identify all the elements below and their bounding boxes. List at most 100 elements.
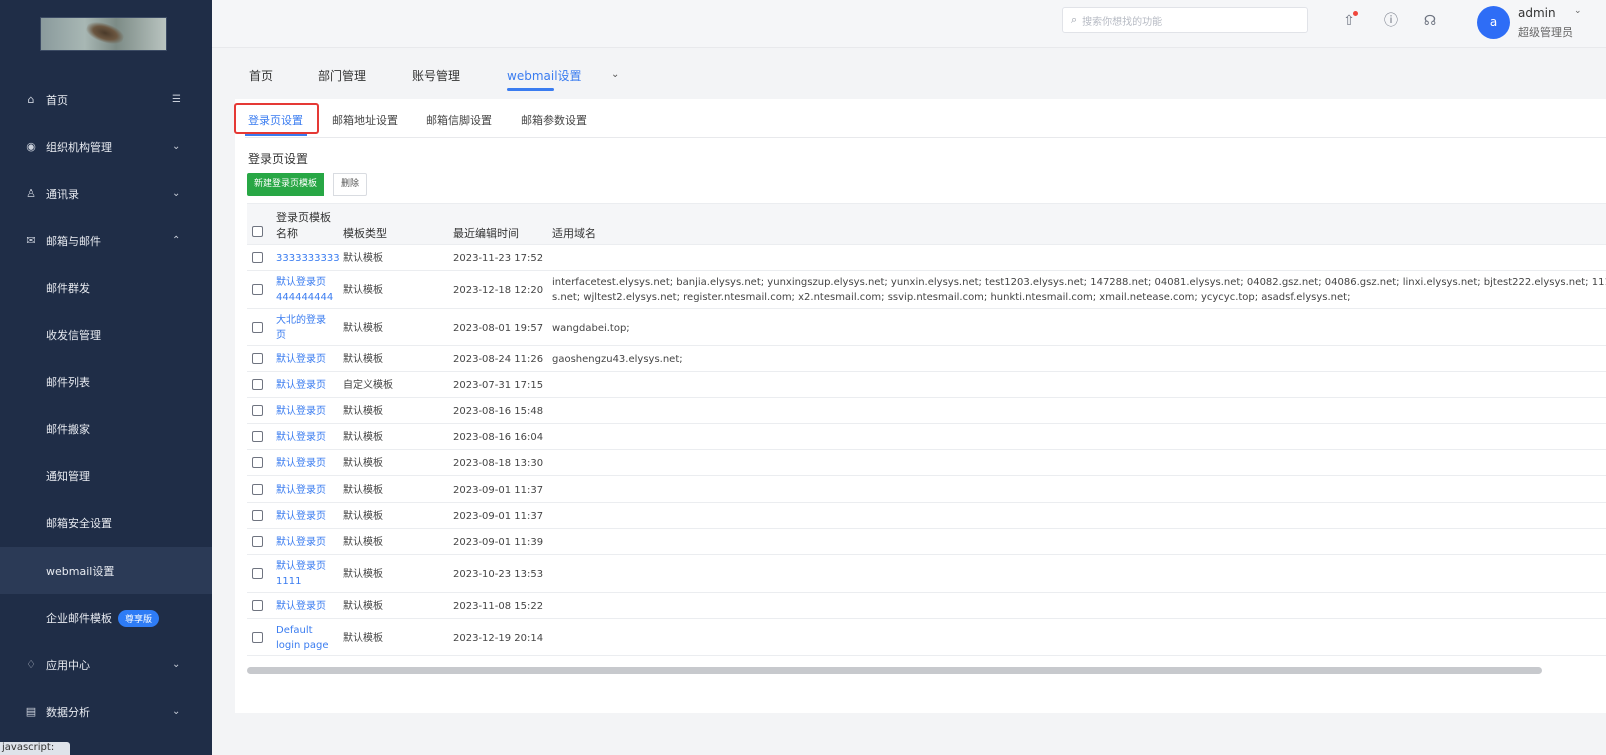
template-name-link[interactable]: 默认登录页 (276, 600, 326, 613)
template-type: 默认模板 (343, 485, 383, 496)
template-name-link[interactable]: 默认登录页 (276, 353, 326, 366)
sidebar-item-contacts[interactable]: ♙ 通讯录 ⌄ (0, 170, 212, 217)
sidebar-item-notifications[interactable]: 通知管理 (0, 452, 212, 499)
table-row[interactable]: 默认登录页 默认模板 2023-09-01 11:37 (247, 503, 1606, 529)
row-checkbox[interactable] (252, 353, 263, 364)
search-placeholder: 搜索你想找的功能 (1082, 16, 1163, 28)
template-name-link[interactable]: 大北的登录 (276, 314, 326, 327)
template-name-link[interactable]: 444444444 (276, 291, 333, 304)
row-checkbox[interactable] (252, 379, 263, 390)
table-row[interactable]: Default login page 默认模板 2023-12-19 20:14 (247, 619, 1606, 656)
user-name[interactable]: admin (1518, 6, 1556, 20)
search-input[interactable]: ⌕ 搜索你想找的功能 (1062, 7, 1308, 33)
table-row[interactable]: 默认登录页 默认模板 2023-08-24 11:26 gaoshengzu43.el… (247, 346, 1606, 372)
template-name-link[interactable]: 页 (276, 329, 286, 342)
table-row[interactable]: 默认登录页 默认模板 2023-09-01 11:37 (247, 476, 1606, 503)
template-name-link[interactable]: 默认登录页 (276, 457, 326, 470)
row-checkbox[interactable] (252, 431, 263, 442)
template-type: 默认模板 (343, 601, 383, 612)
row-checkbox[interactable] (252, 284, 263, 295)
chevron-down-icon: ⌄ (172, 141, 181, 152)
search-icon: ⌕ (1071, 13, 1078, 26)
tab-home[interactable]: 首页 (249, 67, 273, 84)
support-icon[interactable]: ☊ (1421, 12, 1439, 30)
tab-accounts[interactable]: 账号管理 (412, 67, 460, 84)
subtab-address[interactable]: 邮箱地址设置 (332, 112, 398, 128)
subtab-signature[interactable]: 邮箱信脚设置 (426, 112, 492, 128)
avatar[interactable]: a (1477, 6, 1510, 39)
table-header: 登录页模板 名称 模板类型 最近编辑时间 适用域名 (247, 203, 1606, 245)
company-logo[interactable] (40, 17, 167, 51)
template-name-link[interactable]: 默认登录页 (276, 484, 326, 497)
template-name-link[interactable]: 3333333333 (276, 252, 340, 265)
sidebar-item-home[interactable]: ⌂ 首页 ☰ (0, 76, 212, 123)
edit-time: 2023-12-19 20:14 (453, 633, 544, 644)
table-row[interactable]: 默认登录页 自定义模板 2023-07-31 17:15 (247, 372, 1606, 398)
contacts-icon: ♙ (26, 187, 36, 200)
analytics-icon: ▤ (25, 705, 37, 718)
sidebar-item-org[interactable]: ◉ 组织机构管理 ⌄ (0, 123, 212, 170)
template-name-link[interactable]: 默认登录页 (276, 379, 326, 392)
row-checkbox[interactable] (252, 600, 263, 611)
sidebar-item-mail-migration[interactable]: 邮件搬家 (0, 405, 212, 452)
sidebar-item-mail-templates[interactable]: 企业邮件模板 尊享版 (0, 595, 212, 642)
template-name-link[interactable]: 默认登录页 (276, 405, 326, 418)
sidebar-item-analytics[interactable]: ▤ 数据分析 ⌄ (0, 688, 212, 735)
select-all-checkbox[interactable] (252, 226, 263, 237)
template-name-link[interactable]: Default (276, 624, 313, 637)
delete-button[interactable]: 删除 (333, 173, 368, 196)
row-checkbox[interactable] (252, 252, 263, 263)
row-checkbox[interactable] (252, 322, 263, 333)
sidebar-item-app-center[interactable]: ♢ 应用中心 ⌄ (0, 641, 212, 688)
edit-time: 2023-08-16 15:48 (453, 406, 544, 417)
header-name: 名称 (276, 227, 298, 240)
sidebar-item-mass-mail[interactable]: 邮件群发 (0, 264, 212, 311)
table-row[interactable]: 默认登录页 默认模板 2023-11-08 15:22 (247, 593, 1606, 619)
template-type: 默认模板 (343, 323, 383, 334)
table-row[interactable]: 默认登录页 默认模板 2023-08-18 13:30 (247, 450, 1606, 476)
row-checkbox[interactable] (252, 510, 263, 521)
template-type: 默认模板 (343, 285, 383, 296)
domain-list: interfacetest.elysys.net; banjia.elysys.… (552, 277, 1606, 288)
row-checkbox[interactable] (252, 536, 263, 547)
template-name-link[interactable]: 默认登录页 (276, 560, 326, 573)
sidebar-item-mailbox[interactable]: ✉ 邮箱与邮件 ⌃ (0, 217, 212, 264)
template-name-link[interactable]: 1111 (276, 575, 301, 588)
table-row[interactable]: 默认登录页 444444444 默认模板 2023-12-18 12:20 interf… (247, 271, 1606, 309)
collapse-icon[interactable]: ☰ (172, 94, 181, 105)
table-row[interactable]: 默认登录页 1111 默认模板 2023-10-23 13:53 (247, 555, 1606, 593)
mail-icon: ✉ (26, 234, 36, 247)
chevron-down-icon[interactable]: ⌄ (1574, 6, 1582, 16)
horizontal-scrollbar[interactable] (247, 667, 1542, 674)
template-type: 默认模板 (343, 354, 383, 365)
user-role: 超级管理员 (1518, 26, 1573, 39)
tab-webmail-settings[interactable]: webmail设置 (507, 67, 582, 84)
sidebar-item-send-receive[interactable]: 收发信管理 (0, 311, 212, 358)
sidebar-item-mail-list[interactable]: 邮件列表 (0, 358, 212, 405)
template-name-link[interactable]: 默认登录页 (276, 431, 326, 444)
table-row[interactable]: 默认登录页 默认模板 2023-09-01 11:39 (247, 529, 1606, 555)
table-row[interactable]: 3333333333 默认模板 2023-11-23 17:52 (247, 245, 1606, 271)
help-icon[interactable]: ⓘ (1382, 12, 1400, 30)
notification-icon[interactable]: ⇧ (1340, 11, 1358, 30)
new-template-button[interactable]: 新建登录页模板 (247, 173, 325, 196)
row-checkbox[interactable] (252, 484, 263, 495)
template-name-link[interactable]: 默认登录页 (276, 510, 326, 523)
chevron-down-icon[interactable]: ⌄ (611, 69, 619, 80)
org-icon: ◉ (26, 140, 36, 153)
template-name-link[interactable]: login page (276, 639, 329, 652)
table-row[interactable]: 默认登录页 默认模板 2023-08-16 15:48 (247, 398, 1606, 424)
row-checkbox[interactable] (252, 457, 263, 468)
tab-department[interactable]: 部门管理 (318, 67, 366, 84)
row-checkbox[interactable] (252, 632, 263, 643)
sidebar-item-mail-security[interactable]: 邮箱安全设置 (0, 499, 212, 546)
template-name-link[interactable]: 默认登录页 (276, 276, 326, 289)
row-checkbox[interactable] (252, 568, 263, 579)
template-name-link[interactable]: 默认登录页 (276, 536, 326, 549)
table-row[interactable]: 大北的登录页 默认模板 2023-08-01 19:57 wangdabei.top; (247, 309, 1606, 346)
row-checkbox[interactable] (252, 405, 263, 416)
template-type: 默认模板 (343, 458, 383, 469)
table-row[interactable]: 默认登录页 默认模板 2023-08-16 16:04 (247, 424, 1606, 450)
subtab-params[interactable]: 邮箱参数设置 (521, 112, 587, 128)
sidebar-item-webmail-settings[interactable]: webmail设置 (0, 547, 212, 594)
